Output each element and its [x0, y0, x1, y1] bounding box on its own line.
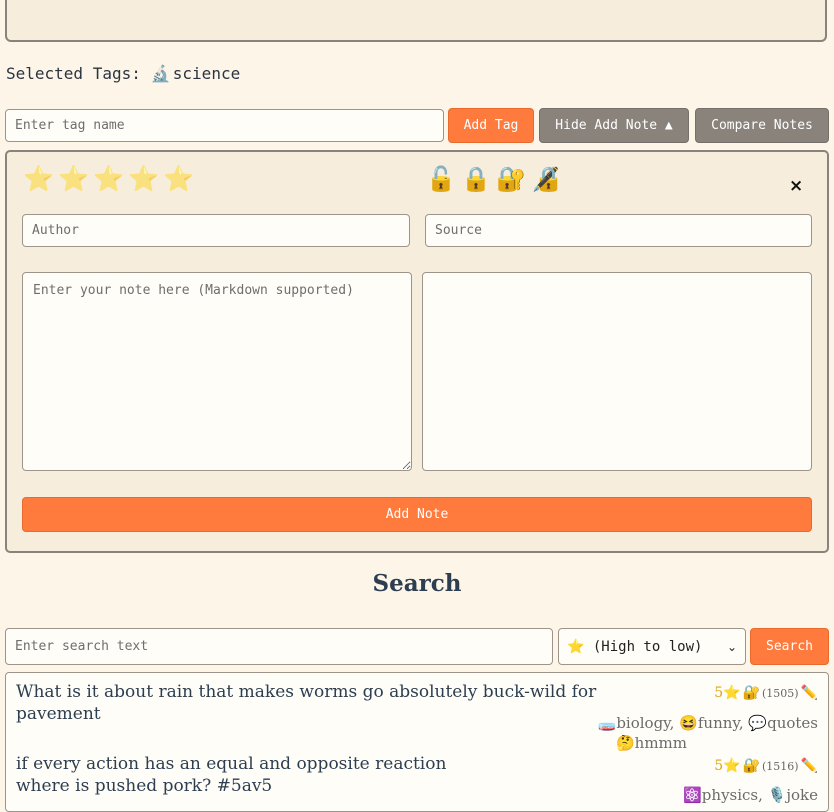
result-note-text[interactable]: What is it about rain that makes worms g… [16, 681, 606, 725]
hide-add-note-button[interactable]: Hide Add Note ▲ [539, 108, 689, 143]
result-note-line: pavement [16, 704, 101, 724]
rating-value: 5⭐ [714, 758, 741, 774]
chevron-down-icon: ⌄ [726, 639, 737, 654]
lock-key-icon: 🔐 [742, 685, 760, 701]
selected-tag-science[interactable]: 🔬 science [151, 64, 240, 83]
locked-key-icon[interactable]: 🔐 [496, 163, 526, 195]
tag-name-input[interactable] [5, 109, 444, 142]
result-note-text[interactable]: if every action has an equal and opposit… [16, 753, 606, 797]
selected-tag-label: science [172, 64, 241, 83]
top-panel [5, 0, 827, 42]
close-icon[interactable]: × [789, 176, 803, 196]
result-meta: 5⭐ 🔐 (1516) ✏️ [714, 758, 818, 774]
result-meta: 5⭐ 🔐 (1505) ✏️ [714, 685, 818, 701]
search-input[interactable] [5, 628, 553, 665]
sort-selected-value: ⭐ (High to low) [567, 638, 703, 655]
locked-pen-icon[interactable]: 🔏 [531, 163, 561, 195]
sort-select[interactable]: ⭐ (High to low) ⌄ [558, 628, 746, 665]
locked-icon[interactable]: 🔒 [461, 163, 491, 195]
unlocked-icon[interactable]: 🔓 [426, 163, 456, 195]
rating-star-1[interactable]: ⭐ [23, 164, 54, 194]
result-note-line: where is pushed pork? #5av5 [16, 776, 273, 796]
result-tags[interactable]: ⚛️physics, 🎙️joke [683, 785, 818, 805]
search-button[interactable]: Search [750, 628, 829, 665]
note-id: (1516) [761, 759, 799, 773]
edit-pencil-icon[interactable]: ✏️ [801, 758, 818, 774]
selected-tags: Selected Tags: 🔬 science [6, 64, 240, 83]
source-field[interactable] [425, 214, 812, 247]
rating-value: 5⭐ [714, 685, 741, 701]
selected-tags-label: Selected Tags: [6, 64, 141, 83]
result-note-line: if every action has an equal and opposit… [16, 754, 447, 774]
edit-pencil-icon[interactable]: ✏️ [801, 685, 818, 701]
add-tag-button[interactable]: Add Tag [448, 108, 534, 143]
microscope-icon: 🔬 [150, 64, 171, 83]
lock-key-icon: 🔐 [742, 758, 760, 774]
note-id: (1505) [761, 686, 799, 700]
author-field[interactable] [22, 214, 410, 247]
result-tags[interactable]: 🧫biology, 😆funny, 💬quotes [598, 713, 818, 733]
rating-star-2[interactable]: ⭐ [58, 164, 89, 194]
rating-star-3[interactable]: ⭐ [93, 164, 124, 194]
result-tags[interactable]: 🤔hmmm [616, 733, 687, 753]
add-note-button[interactable]: Add Note [22, 497, 812, 532]
markdown-preview [422, 272, 812, 471]
note-textarea[interactable] [22, 272, 412, 471]
rating-star-4[interactable]: ⭐ [128, 164, 159, 194]
search-title: Search [372, 570, 462, 597]
rating-star-5[interactable]: ⭐ [163, 164, 194, 194]
compare-notes-button[interactable]: Compare Notes [695, 108, 829, 143]
result-note-line: What is it about rain that makes worms g… [16, 682, 597, 702]
